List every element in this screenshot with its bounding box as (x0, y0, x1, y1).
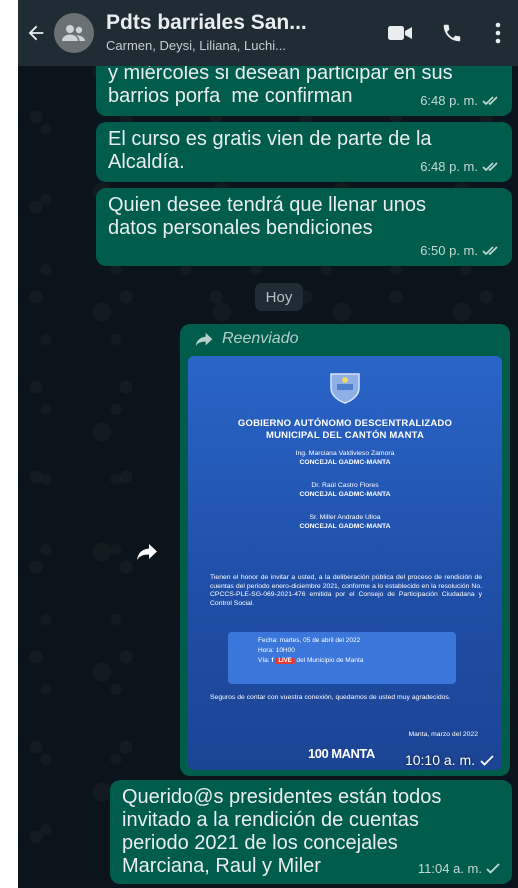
forwarded-image-message[interactable]: Reenviado GOBIERNO AUTÓNOMO DESCENTRALIZ… (180, 324, 510, 776)
flyer-person-name: Dr. Raúl Castro Flores (311, 482, 379, 489)
message-bubble[interactable]: Querido@s presidentes están todos invita… (110, 780, 512, 884)
message-time: 10:10 a. m. (404, 752, 475, 768)
double-check-icon (482, 162, 498, 172)
message-bubble[interactable]: El curso es gratis vien de parte de la A… (96, 122, 512, 182)
flyer-body-text: Tienen el honor de invitar a usted, a la… (210, 574, 482, 607)
double-check-icon (482, 96, 498, 106)
single-check-icon (480, 754, 494, 766)
flyer-via-prefix: Vía: (258, 657, 270, 664)
more-vertical-icon (495, 22, 501, 44)
invitation-flyer-image[interactable]: GOBIERNO AUTÓNOMO DESCENTRALIZADO MUNICI… (188, 356, 502, 770)
message-meta: 6:50 p. m. (420, 239, 500, 262)
forward-shortcut-button[interactable] (130, 535, 164, 569)
video-call-icon (388, 26, 412, 40)
live-badge: LIVE (275, 658, 295, 664)
single-check-icon (486, 863, 500, 874)
back-button[interactable] (18, 0, 54, 66)
chat-title-block[interactable]: Pdts barriales San... Carmen, Deysi, Lil… (106, 11, 374, 55)
message-bubble[interactable]: Quien desee tendrá que llenar unos datos… (96, 188, 512, 266)
image-meta: 10:10 a. m. (405, 752, 494, 768)
phone-icon (443, 24, 461, 42)
message-meta: 6:48 p. m. (420, 155, 500, 178)
flyer-via: Vía: f LIVE del Municipio de Manta (258, 656, 456, 666)
flyer-event-details: Fecha: martes, 05 de abril del 2022 Hora… (228, 632, 456, 684)
message-time: 6:50 p. m. (420, 243, 478, 258)
voice-call-button[interactable] (426, 0, 478, 66)
message-meta: 11:04 a. m. (418, 857, 500, 880)
flyer-place-date: Manta, marzo del 2022 (408, 731, 478, 738)
flyer-brand-logo: 100 MANTA (308, 746, 375, 761)
flyer-person-name: Ing. Marciana Valdivieso Zamora (295, 450, 395, 457)
flyer-closing-text: Seguros de contar con vuestra conexión, … (210, 694, 451, 701)
flyer-person-role: CONCEJAL GADMC-MANTA (299, 491, 391, 498)
phone-screen: Pdts barriales San... Carmen, Deysi, Lil… (18, 0, 518, 888)
day-separator: Hoy (255, 283, 303, 311)
chat-header: Pdts barriales San... Carmen, Deysi, Lil… (18, 0, 518, 66)
more-options-button[interactable] (478, 0, 518, 66)
double-check-icon (482, 246, 498, 256)
message-time: 6:48 p. m. (420, 159, 478, 174)
flyer-person-role: CONCEJAL GADMC-MANTA (299, 523, 391, 530)
flyer-time: Hora: 10H00 (258, 647, 295, 654)
flyer-date: Fecha: martes, 05 de abril del 2022 (258, 637, 361, 644)
municipal-crest-icon (330, 373, 360, 404)
message-meta: 6:48 p. m. (420, 89, 500, 112)
video-call-button[interactable] (374, 0, 426, 66)
chat-participants: Carmen, Deysi, Liliana, Luchi... (106, 38, 286, 53)
flyer-person-name: Sr. Miller Andrade Ulloa (309, 514, 381, 521)
forwarded-text: Reenviado (222, 330, 299, 347)
forwarded-label: Reenviado (194, 330, 299, 348)
arrow-left-icon (28, 25, 44, 41)
flyer-person-role: CONCEJAL GADMC-MANTA (299, 459, 391, 466)
flyer-title: GOBIERNO AUTÓNOMO DESCENTRALIZADO MUNICI… (237, 418, 453, 441)
flyer-via-suffix: del Municipio de Manta (296, 657, 364, 664)
group-avatar[interactable] (54, 13, 94, 53)
forwarded-icon (195, 332, 213, 346)
message-time: 11:04 a. m. (417, 861, 482, 876)
message-text: Quien desee tendrá que llenar unos datos… (108, 194, 427, 239)
forward-icon (137, 544, 157, 560)
group-icon (62, 25, 85, 41)
message-time: 6:48 p. m. (420, 93, 478, 108)
chat-title: Pdts barriales San... (106, 11, 307, 34)
